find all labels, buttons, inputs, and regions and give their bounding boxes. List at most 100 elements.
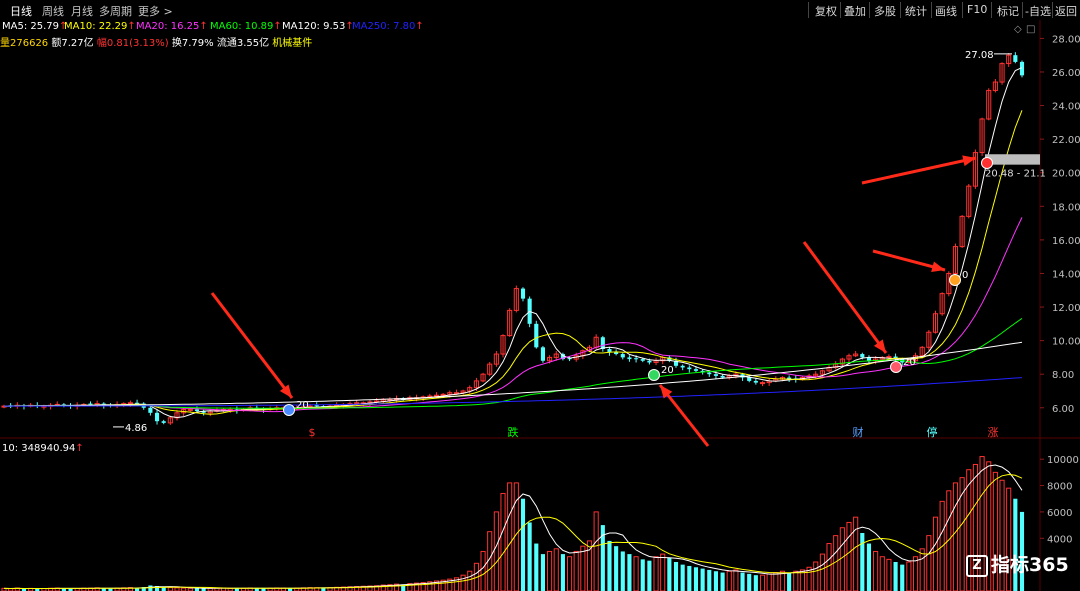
price-tick-label: 20.00: [1052, 169, 1080, 180]
price-tick-label: 22.00: [1052, 135, 1080, 146]
price-tick-label: 12.00: [1052, 303, 1080, 314]
volume-bar-up: [547, 550, 553, 591]
volume-bar-up: [766, 573, 772, 591]
price-tick-label: 26.00: [1052, 68, 1080, 79]
candle-body-up: [187, 408, 193, 411]
volume-legend: 10: 348940.94↑: [2, 443, 84, 454]
volume-bar-up: [932, 516, 939, 591]
volume-bar-up: [879, 556, 885, 591]
volume-bar-down: [1013, 498, 1018, 591]
volume-bar-up: [912, 556, 919, 591]
candle-body-down: [88, 403, 93, 405]
volume-bar-up: [906, 561, 912, 591]
watermark-text: 指标365: [991, 554, 1069, 576]
candle-body-down: [314, 405, 319, 407]
volume-bar-down: [627, 554, 632, 591]
event-label-0: $: [309, 426, 316, 439]
price-tick-label: 14.00: [1052, 269, 1080, 280]
volume-bar-down: [693, 567, 699, 591]
volume-bar-down: [527, 522, 532, 591]
volume-bar-up: [846, 521, 852, 591]
signal-marker-icon: [890, 361, 902, 373]
volume-bar-down: [700, 568, 705, 591]
event-label-1: 跌: [508, 425, 519, 439]
candle-body-down: [640, 359, 645, 361]
price-tick-label: 28.00: [1052, 34, 1080, 45]
low-price-label: 4.86: [125, 423, 147, 434]
volume-bar-down: [640, 559, 645, 591]
diamond-icon: ◇: [1014, 24, 1022, 35]
volume-bar-down: [860, 533, 865, 591]
volume-bar-up: [733, 569, 739, 591]
candle-body-down: [634, 358, 639, 360]
candle-body-down: [135, 402, 140, 404]
price-tick-label: 18.00: [1052, 202, 1080, 213]
kline-chart[interactable]: 28.00 26.00 24.00 22.00 20.00 18.00 16.00 14.00…: [0, 0, 1080, 591]
volume-bar-down: [607, 540, 612, 591]
volume-bar-down: [647, 560, 652, 591]
candle-body-down: [687, 367, 692, 370]
candle-body-up: [354, 402, 360, 405]
annotation-arrow: [861, 156, 977, 185]
candle-body-up: [759, 382, 766, 385]
price-tick-label: 8.00: [1052, 370, 1074, 381]
event-label-2: 财: [853, 425, 864, 439]
price-range-bar: [985, 154, 1040, 165]
volume-bar-up: [726, 570, 732, 591]
candle-body-down: [154, 412, 160, 422]
candle-body-down: [680, 365, 685, 368]
volume-bar-down: [707, 569, 712, 591]
volume-bar-down: [720, 572, 725, 591]
watermark: Z 指标365: [966, 550, 1069, 577]
signal-marker-icon: [949, 274, 961, 286]
candle-body-down: [161, 421, 166, 423]
volume-bar-down: [680, 564, 685, 591]
price-tick-label: 6.00: [1052, 404, 1074, 415]
candle-body-down: [148, 407, 153, 413]
signal-marker-icon: [283, 404, 295, 416]
candle-body-up: [440, 393, 446, 396]
signal-label: 20: [296, 400, 309, 411]
volume-bar-down: [673, 562, 679, 591]
volume-bar-up: [826, 543, 832, 591]
volume-bar-down: [747, 573, 752, 591]
volume-bar-down: [753, 575, 758, 591]
candle-body-down: [693, 369, 699, 371]
volume-bar-up: [926, 535, 932, 591]
annotation-arrow: [210, 292, 294, 399]
volume-tick-label: 4000: [1047, 534, 1072, 545]
volume-bar-up: [566, 556, 573, 591]
volume-tick-label: 6000: [1047, 508, 1072, 519]
volume-bar-up: [759, 574, 766, 591]
volume-bar-up: [886, 558, 892, 591]
candle-body-up: [127, 402, 133, 405]
volume-bar-up: [500, 492, 506, 591]
volume-bar-up: [819, 553, 825, 591]
volume-bar-up: [793, 570, 799, 591]
candle-body-down: [614, 352, 619, 355]
signal-marker-icon: [981, 157, 993, 169]
volume-bar-up: [480, 550, 486, 591]
volume-tick-label: 10000: [1047, 455, 1079, 466]
annotation-arrow: [802, 241, 888, 354]
candle-body-up: [886, 356, 892, 359]
price-range-label: 20.48 - 21.1: [985, 169, 1046, 180]
candle-body-down: [534, 323, 539, 348]
volume-bar-up: [839, 527, 845, 591]
volume-bar-down: [740, 572, 745, 591]
volume-bar-up: [580, 545, 586, 591]
candle-body-down: [713, 374, 718, 376]
volume-bar-down: [667, 558, 672, 591]
volume-bar-down: [687, 565, 692, 591]
candle-body-down: [1013, 55, 1018, 62]
candle-body-down: [600, 337, 605, 350]
volume-bar-up: [553, 548, 559, 591]
volume-bar-up: [813, 561, 819, 591]
candle-body-down: [194, 409, 200, 412]
volume-bar-down: [540, 554, 546, 591]
candle-body-down: [620, 354, 625, 358]
volume-bar-down: [614, 546, 619, 591]
price-tick-label: 16.00: [1052, 236, 1080, 247]
event-label-4: 涨: [988, 426, 999, 439]
volume-bar-up: [633, 556, 639, 591]
